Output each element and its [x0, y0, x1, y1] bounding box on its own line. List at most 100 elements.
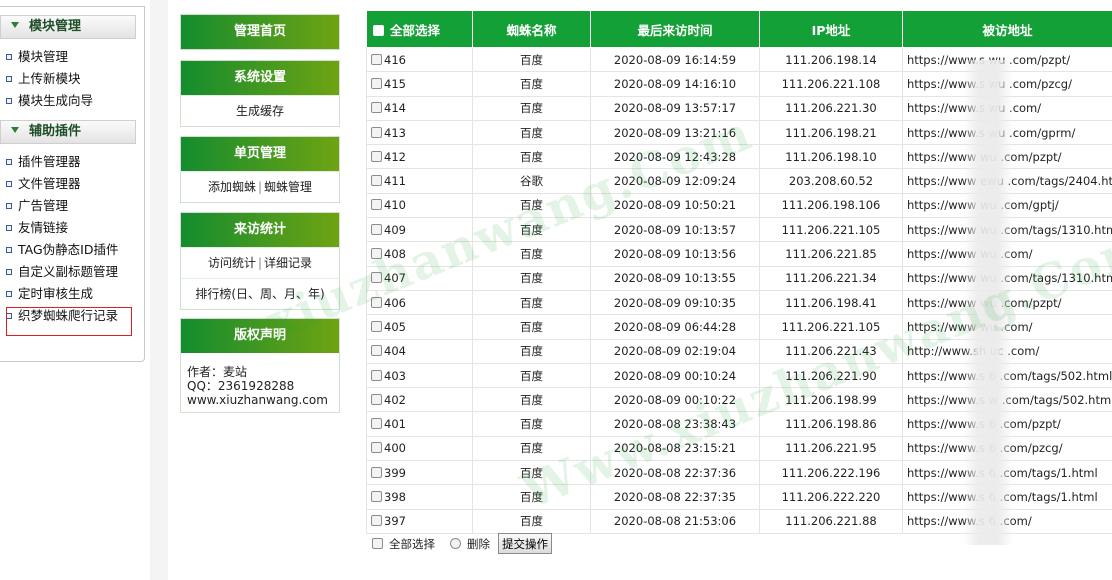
row-id-cell: 408	[366, 241, 473, 267]
menu-home-link[interactable]: 管理首页	[181, 15, 339, 49]
row-checkbox[interactable]	[371, 223, 382, 235]
row-id-cell: 410	[366, 192, 473, 219]
add-spider-link[interactable]: 添加蜘蛛	[208, 180, 256, 194]
detail-records-link[interactable]: 详细记录	[264, 256, 312, 270]
copyright-text: 作者：麦站 QQ：2361928288 www.xiuzhanwang.com	[181, 353, 339, 411]
table-row: 412 百度 2020-08-09 12:43:28 111.206.198.10 ht…	[366, 144, 1112, 170]
separator: |	[257, 180, 263, 194]
spider-name-cell: 百度	[472, 411, 591, 437]
sidebar-item-subtitle-manager[interactable]: 自定义副标题管理	[6, 262, 118, 282]
ip-cell: 111.206.222.220	[759, 484, 903, 510]
table-row: 406 百度 2020-08-09 09:10:35 111.206.198.41 ht…	[366, 289, 1112, 316]
sidebar-item-module-wizard[interactable]: 模块生成向导	[6, 91, 93, 111]
sidebar-item-file-manager[interactable]: 文件管理器	[6, 174, 81, 194]
ip-cell: 111.206.198.10	[759, 144, 903, 170]
row-checkbox[interactable]	[371, 515, 382, 527]
row-checkbox[interactable]	[371, 418, 382, 430]
spider-name-cell: 百度	[472, 314, 591, 340]
row-checkbox[interactable]	[371, 490, 382, 502]
row-checkbox[interactable]	[371, 320, 382, 332]
row-checkbox[interactable]	[371, 369, 382, 381]
header-select-all[interactable]: 全部选择	[366, 10, 473, 48]
visit-time-cell: 2020-08-09 12:43:28	[590, 144, 760, 170]
menu-generate-cache-link[interactable]: 生成缓存	[181, 95, 339, 126]
table-row: 404 百度 2020-08-09 02:19:04 111.206.221.43 ht…	[366, 338, 1112, 364]
ip-cell: 111.206.198.41	[759, 289, 903, 316]
group-title: 辅助插件	[29, 124, 82, 139]
group-header-modules[interactable]: 模块管理	[0, 15, 136, 39]
row-checkbox[interactable]	[371, 272, 382, 284]
row-id-cell: 407	[366, 265, 473, 291]
row-id: 405	[384, 319, 406, 334]
row-checkbox[interactable]	[371, 345, 382, 357]
row-checkbox[interactable]	[371, 126, 382, 138]
row-id: 400	[384, 441, 406, 456]
ranking-link[interactable]: 排行榜(日、周、月、年)	[181, 278, 339, 309]
menu-single-row: 添加蜘蛛 | 蜘蛛管理	[181, 171, 339, 202]
row-checkbox[interactable]	[371, 296, 382, 308]
bullet-icon	[6, 225, 12, 231]
row-id: 402	[384, 392, 406, 407]
sidebar-item-scheduled-review[interactable]: 定时审核生成	[6, 284, 93, 304]
bullet-icon	[6, 291, 12, 297]
ip-cell: 111.206.198.106	[759, 192, 903, 219]
delete-radio[interactable]	[450, 538, 461, 549]
row-id: 416	[384, 52, 406, 67]
select-all-checkbox[interactable]	[373, 24, 384, 36]
footer-delete-option[interactable]: 删除	[450, 536, 490, 552]
frame-gutter	[150, 0, 168, 580]
sidebar-item-module-manage[interactable]: 模块管理	[6, 47, 68, 67]
row-checkbox[interactable]	[371, 77, 382, 89]
footer-select-all-checkbox[interactable]	[372, 538, 383, 549]
ip-cell: 111.206.198.14	[759, 46, 903, 73]
row-checkbox[interactable]	[371, 102, 382, 114]
menu-single-box: 单页管理 添加蜘蛛 | 蜘蛛管理	[180, 136, 340, 203]
bullet-icon	[6, 76, 12, 82]
row-id: 404	[384, 344, 406, 359]
ip-cell: 111.206.221.34	[759, 265, 903, 291]
highlight-box	[6, 307, 132, 336]
sidebar-item-tag-static[interactable]: TAG伪静态ID插件	[6, 240, 119, 260]
row-id: 397	[384, 514, 406, 529]
url-cell: https://www.s wu .com/	[902, 95, 1112, 121]
group-header-plugins[interactable]: 辅助插件	[0, 120, 136, 144]
spider-manage-link[interactable]: 蜘蛛管理	[264, 180, 312, 194]
group-title: 模块管理	[29, 19, 82, 34]
row-id: 412	[384, 149, 406, 164]
ip-cell: 111.206.221.85	[759, 241, 903, 267]
row-checkbox[interactable]	[371, 442, 382, 454]
table-row: 407 百度 2020-08-09 10:13:55 111.206.221.34 ht…	[366, 265, 1112, 291]
table-row: 410 百度 2020-08-09 10:50:21 111.206.198.106 h…	[366, 192, 1112, 219]
row-checkbox[interactable]	[371, 53, 382, 65]
visit-time-cell: 2020-08-08 23:38:43	[590, 411, 760, 437]
sidebar-item-friend-links[interactable]: 友情链接	[6, 218, 68, 238]
spider-name-cell: 百度	[472, 192, 591, 219]
visit-stats-link[interactable]: 访问统计	[208, 256, 256, 270]
table-row: 414 百度 2020-08-09 13:57:17 111.206.221.30 ht…	[366, 95, 1112, 121]
table-header-row: 全部选择 蜘蛛名称 最后来访时间 IP地址 被访地址	[366, 10, 1112, 48]
qq-text: QQ：2361928288	[187, 379, 295, 393]
delete-label: 删除	[467, 537, 490, 551]
site-text: www.xiuzhanwang.com	[187, 393, 328, 407]
url-cell: https://www.s wu .com/pzcg/	[902, 71, 1112, 97]
header-last-visit: 最后来访时间	[590, 10, 760, 48]
ip-cell: 111.206.198.86	[759, 411, 903, 437]
submit-button[interactable]: 提交操作	[498, 533, 552, 554]
footer-select-all[interactable]: 全部选择	[372, 536, 435, 552]
row-checkbox[interactable]	[371, 393, 382, 405]
row-checkbox[interactable]	[371, 150, 382, 162]
row-checkbox[interactable]	[371, 466, 382, 478]
author-text: 作者：麦站	[187, 365, 248, 379]
sidebar-item-ads[interactable]: 广告管理	[6, 196, 68, 216]
table-row: 415 百度 2020-08-09 14:16:10 111.206.221.108 h…	[366, 71, 1112, 97]
row-checkbox[interactable]	[371, 248, 382, 260]
row-checkbox[interactable]	[371, 175, 382, 187]
row-id: 410	[384, 198, 406, 213]
sidebar-item-plugin-manager[interactable]: 插件管理器	[6, 152, 81, 172]
url-cell: https://www.s wu .com/gprm/	[902, 119, 1112, 146]
visit-time-cell: 2020-08-09 10:50:21	[590, 192, 760, 219]
sidebar-item-upload-module[interactable]: 上传新模块	[6, 69, 81, 89]
row-checkbox[interactable]	[371, 199, 382, 211]
visit-time-cell: 2020-08-09 16:14:59	[590, 46, 760, 73]
row-id-cell: 406	[366, 289, 473, 316]
